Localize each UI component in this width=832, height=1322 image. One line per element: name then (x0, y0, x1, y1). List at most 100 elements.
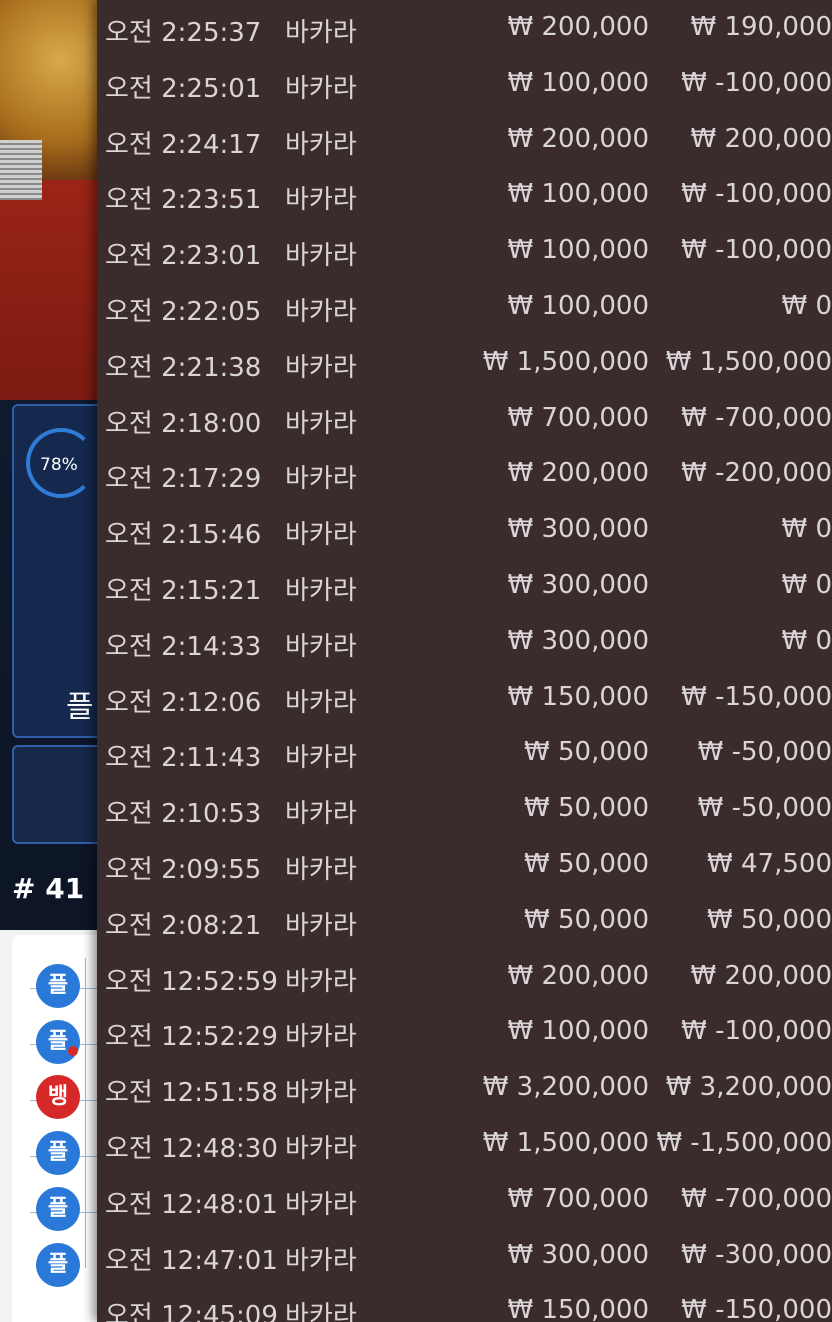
result-amount: ₩ -1,500,000 (656, 1128, 832, 1158)
game-cell: 바카라 (285, 687, 357, 718)
time-cell: 오전 2:10:53 (105, 799, 262, 830)
history-row[interactable]: 오전 2:11:43 바카라 ₩ 50,000 ₩ -50,000 (97, 725, 832, 781)
result-amount: ₩ 50,000 (707, 904, 832, 935)
game-cell: 바카라 (285, 408, 357, 439)
bet-amount: ₩ 100,000 (507, 235, 650, 266)
game-cell: 바카라 (285, 631, 357, 662)
time-cell: 오전 2:17:29 (105, 464, 262, 495)
result-amount: ₩ 0 (781, 514, 832, 545)
pair-dot-icon (68, 1046, 78, 1056)
result-amount: ₩ 0 (781, 625, 832, 656)
time-cell: 오전 12:45:09 (105, 1301, 278, 1322)
timer-percent: 78% (40, 455, 78, 475)
game-cell: 바카라 (285, 799, 357, 830)
history-row[interactable]: 오전 2:23:51 바카라 ₩ 100,000 ₩ -100,000 (97, 167, 832, 223)
bet-amount: ₩ 50,000 (524, 904, 649, 935)
bet-amount: ₩ 3,200,000 (482, 1072, 649, 1103)
history-row[interactable]: 오전 2:25:01 바카라 ₩ 100,000 ₩ -100,000 (97, 56, 832, 112)
time-cell: 오전 2:15:46 (105, 520, 262, 551)
game-cell: 바카라 (285, 855, 357, 885)
history-row[interactable]: 오전 2:10:53 바카라 ₩ 50,000 ₩ -50,000 (97, 781, 832, 837)
history-row[interactable]: 오전 2:25:37 바카라 ₩ 200,000 ₩ 190,000 (97, 0, 832, 56)
game-cell: 바카라 (285, 129, 357, 160)
game-cell: 바카라 (285, 1134, 357, 1164)
time-cell: 오전 2:09:55 (105, 855, 262, 885)
result-amount: ₩ -100,000 (681, 179, 832, 210)
history-row[interactable]: 오전 12:52:29 바카라 ₩ 100,000 ₩ -100,000 (97, 1004, 832, 1060)
game-cell: 바카라 (285, 743, 357, 774)
player-bead: 플 (36, 1131, 80, 1175)
history-row[interactable]: 오전 12:48:30 바카라 ₩ 1,500,000 ₩ -1,500,000 (97, 1116, 832, 1172)
history-row[interactable]: 오전 12:45:09 바카라 ₩ 150,000 ₩ -150,000 (97, 1283, 832, 1322)
history-row[interactable]: 오전 2:08:21 바카라 ₩ 50,000 ₩ 50,000 (97, 893, 832, 949)
bet-amount: ₩ 50,000 (524, 849, 649, 879)
bet-amount: ₩ 150,000 (507, 681, 650, 712)
game-cell: 바카라 (285, 73, 357, 104)
time-cell: 오전 2:14:33 (105, 631, 262, 662)
result-amount: ₩ 200,000 (690, 123, 832, 154)
bet-amount: ₩ 300,000 (507, 570, 650, 600)
time-cell: 오전 2:11:43 (105, 743, 262, 774)
time-cell: 오전 2:25:37 (105, 18, 262, 48)
bet-amount: ₩ 100,000 (507, 67, 650, 98)
bet-history-list[interactable]: 오전 2:25:37 바카라 ₩ 200,000 ₩ 190,000 오전 2:25:0… (97, 0, 832, 1322)
result-amount: ₩ -100,000 (681, 235, 832, 266)
game-cell: 바카라 (285, 241, 357, 272)
time-cell: 오전 2:21:38 (105, 352, 262, 383)
bet-amount: ₩ 50,000 (524, 793, 649, 824)
game-cell: 바카라 (285, 1022, 357, 1053)
history-row[interactable]: 오전 2:09:55 바카라 ₩ 50,000 ₩ 47,500 (97, 837, 832, 893)
bet-amount: ₩ 100,000 (507, 1016, 650, 1047)
history-row[interactable]: 오전 2:12:06 바카라 ₩ 150,000 ₩ -150,000 (97, 670, 832, 726)
bet-amount: ₩ 300,000 (507, 625, 650, 656)
game-cell: 바카라 (285, 297, 357, 327)
time-cell: 오전 2:23:51 (105, 185, 262, 216)
history-row[interactable]: 오전 2:23:01 바카라 ₩ 100,000 ₩ -100,000 (97, 223, 832, 279)
time-cell: 오전 12:52:29 (105, 1022, 278, 1053)
history-row[interactable]: 오전 12:51:58 바카라 ₩ 3,200,000 ₩ 3,200,000 (97, 1060, 832, 1116)
history-row[interactable]: 오전 2:15:46 바카라 ₩ 300,000 ₩ 0 (97, 502, 832, 558)
game-cell: 바카라 (285, 1078, 357, 1109)
time-cell: 오전 2:25:01 (105, 73, 262, 104)
result-amount: ₩ 190,000 (690, 12, 832, 42)
bet-amount: ₩ 1,500,000 (482, 1128, 649, 1158)
time-cell: 오전 12:48:01 (105, 1189, 278, 1220)
bet-amount: ₩ 300,000 (507, 514, 650, 545)
card-shoe-icon (0, 140, 42, 200)
bet-amount: ₩ 300,000 (507, 1239, 650, 1270)
result-amount: ₩ -300,000 (681, 1239, 832, 1270)
bet-amount: ₩ 50,000 (524, 737, 649, 768)
history-row[interactable]: 오전 2:15:21 바카라 ₩ 300,000 ₩ 0 (97, 558, 832, 614)
result-amount: ₩ -700,000 (681, 402, 832, 433)
history-row[interactable]: 오전 2:22:05 바카라 ₩ 100,000 ₩ 0 (97, 279, 832, 335)
time-cell: 오전 2:18:00 (105, 408, 262, 439)
game-cell: 바카라 (285, 464, 357, 495)
game-cell: 바카라 (285, 185, 357, 216)
result-amount: ₩ -50,000 (697, 793, 832, 824)
history-row[interactable]: 오전 2:17:29 바카라 ₩ 200,000 ₩ -200,000 (97, 446, 832, 502)
history-row[interactable]: 오전 2:24:17 바카라 ₩ 200,000 ₩ 200,000 (97, 112, 832, 168)
history-row[interactable]: 오전 2:18:00 바카라 ₩ 700,000 ₩ -700,000 (97, 391, 832, 447)
result-amount: ₩ -150,000 (681, 1295, 832, 1322)
round-number: # 41 (12, 872, 85, 905)
history-row[interactable]: 오전 12:52:59 바카라 ₩ 200,000 ₩ 200,000 (97, 949, 832, 1005)
history-row[interactable]: 오전 2:14:33 바카라 ₩ 300,000 ₩ 0 (97, 614, 832, 670)
bet-amount: ₩ 100,000 (507, 291, 650, 321)
time-cell: 오전 2:08:21 (105, 910, 262, 941)
game-cell: 바카라 (285, 1189, 357, 1220)
result-amount: ₩ 47,500 (707, 849, 832, 879)
history-row[interactable]: 오전 12:47:01 바카라 ₩ 300,000 ₩ -300,000 (97, 1228, 832, 1284)
history-row[interactable]: 오전 12:48:01 바카라 ₩ 700,000 ₩ -700,000 (97, 1172, 832, 1228)
history-row[interactable]: 오전 2:21:38 바카라 ₩ 1,500,000 ₩ 1,500,000 (97, 335, 832, 391)
bet-amount: ₩ 1,500,000 (482, 346, 649, 377)
time-cell: 오전 2:12:06 (105, 687, 262, 718)
bet-amount: ₩ 700,000 (507, 402, 650, 433)
bet-amount: ₩ 200,000 (507, 12, 650, 42)
bet-amount: ₩ 100,000 (507, 179, 650, 210)
player-bead: 플 (36, 964, 80, 1008)
result-amount: ₩ 0 (781, 570, 832, 600)
game-cell: 바카라 (285, 352, 357, 383)
result-amount: ₩ -700,000 (681, 1183, 832, 1214)
result-amount: ₩ 3,200,000 (665, 1072, 832, 1103)
result-amount: ₩ 0 (781, 291, 832, 321)
